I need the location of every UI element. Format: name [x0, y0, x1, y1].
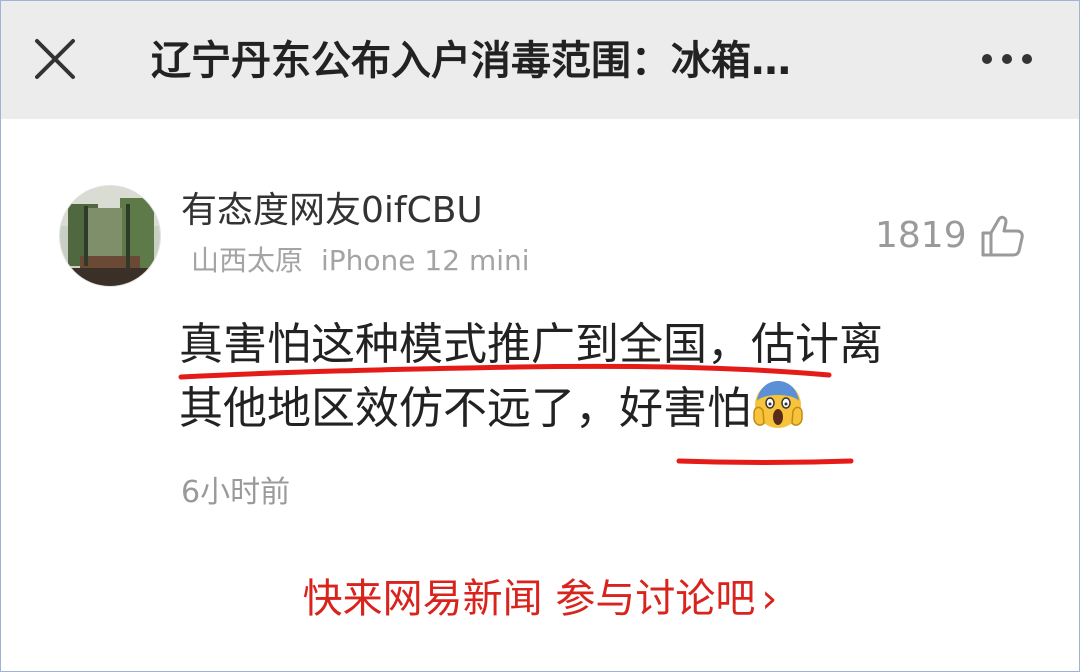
user-location: 山西太原 — [191, 244, 304, 277]
comment-line-2: 其他地区效仿不远了，好害怕 — [179, 377, 1039, 441]
like-count: 1819 — [875, 215, 967, 256]
more-dots-icon — [982, 54, 1032, 64]
annotation-underline-2 — [676, 458, 854, 465]
screenshot-frame: 辽宁丹东公布入户消毒范围：冰箱… 有态度网友0ifCBU 山西太原 iPhone … — [0, 0, 1080, 672]
chevron-right-icon: › — [761, 576, 778, 622]
user-device: iPhone 12 mini — [321, 244, 530, 277]
comment-line-2-text: 其他地区效仿不远了，好害怕 — [179, 383, 751, 434]
avatar[interactable] — [59, 185, 161, 287]
comment-time: 6小时前 — [181, 475, 291, 510]
comment-line-1: 真害怕这种模式推广到全国，估计离 — [179, 319, 883, 370]
comment-text: 真害怕这种模式推广到全国，估计离 其他地区效仿不远了，好害怕 — [179, 313, 1039, 441]
close-button[interactable] — [31, 35, 79, 83]
top-bar: 辽宁丹东公布入户消毒范围：冰箱… — [1, 1, 1079, 119]
page-title: 辽宁丹东公布入户消毒范围：冰箱… — [151, 38, 791, 84]
more-button[interactable] — [979, 41, 1035, 77]
join-discussion-label: 快来网易新闻 参与讨论吧 — [302, 576, 756, 622]
user-meta: 山西太原 iPhone 12 mini — [191, 241, 530, 281]
avatar-image — [60, 186, 160, 286]
username[interactable]: 有态度网友0ifCBU — [181, 187, 483, 235]
screaming-face-emoji — [753, 381, 803, 428]
thumbs-up-icon — [981, 215, 1024, 257]
close-icon — [35, 39, 75, 79]
like-button[interactable]: 1819 — [875, 211, 1025, 261]
join-discussion-link[interactable]: 快来网易新闻 参与讨论吧 › — [1, 569, 1079, 629]
